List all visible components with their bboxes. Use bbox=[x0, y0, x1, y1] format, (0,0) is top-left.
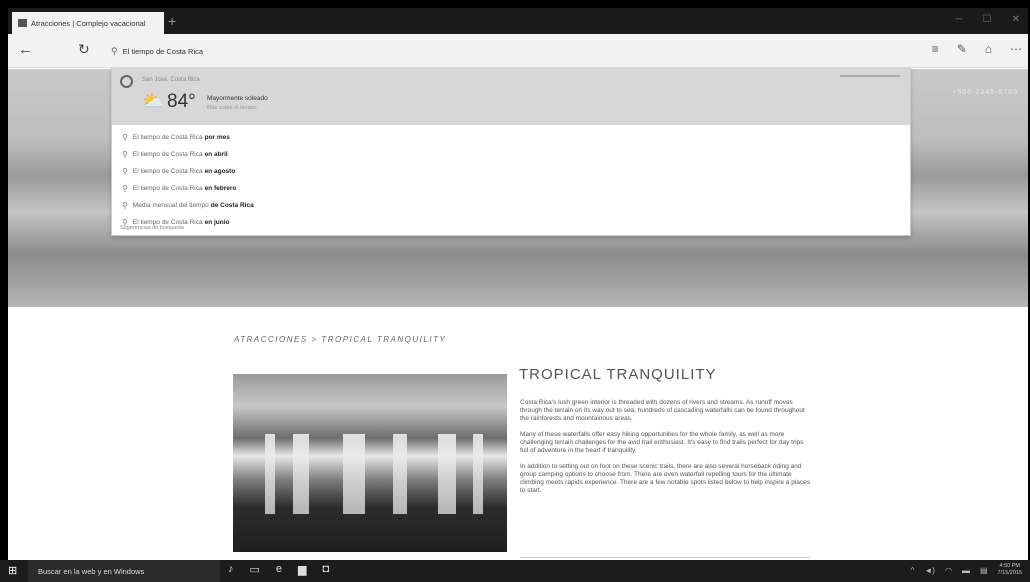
article-paragraph: Many of these waterfalls offer easy hiki… bbox=[520, 431, 804, 454]
search-icon: ⚲ bbox=[122, 201, 128, 210]
waterfall-stream bbox=[343, 434, 365, 514]
chevron-up-icon[interactable]: ^ bbox=[911, 566, 915, 575]
article-paragraph: In addition to setting out on foot on th… bbox=[520, 463, 811, 494]
suggestion-prefix: El tiempo de Costa Rica bbox=[132, 168, 203, 175]
close-icon[interactable]: ✕ bbox=[1012, 14, 1020, 25]
waterfall-stream bbox=[293, 434, 309, 514]
suggestion-prefix: El tiempo de Costa Rica bbox=[132, 185, 203, 192]
toolbar-right: ≡ ✎ ⌂ ⋯ bbox=[932, 42, 1022, 56]
suggestion-list: ⚲ El tiempo de Costa Rica por mes ⚲ El t… bbox=[112, 125, 910, 231]
suggestion-prefix: El tiempo de Costa Rica bbox=[132, 134, 203, 141]
suggestion-bold: en abril bbox=[204, 151, 228, 158]
search-icon: ⚲ bbox=[111, 45, 118, 56]
taskbar-apps: ♪ ▭ e ▆ ◘ bbox=[228, 563, 329, 576]
search-icon: ⚲ bbox=[122, 133, 128, 142]
maximize-icon[interactable]: ☐ bbox=[983, 14, 992, 25]
weather-source-bar bbox=[840, 75, 900, 77]
waterfall-stream bbox=[473, 434, 483, 514]
window-controls: ─ ☐ ✕ bbox=[956, 14, 1020, 25]
taskbar-search-box[interactable]: Buscar en la web y en Windows bbox=[28, 560, 220, 582]
browser-window: Atracciones | Complejo vacacional + ─ ☐ … bbox=[8, 8, 1028, 582]
address-input[interactable] bbox=[122, 46, 683, 56]
web-note-icon[interactable]: ✎ bbox=[957, 42, 967, 56]
suggestion-item[interactable]: ⚲ El tiempo de Costa Rica en febrero bbox=[112, 180, 910, 197]
suggestion-bold: en junio bbox=[204, 219, 230, 226]
hub-icon[interactable]: ≡ bbox=[932, 42, 939, 56]
clock-time: 4:50 PM bbox=[999, 563, 1020, 569]
waterfall-stream bbox=[393, 434, 407, 514]
wifi-icon[interactable]: ◠ bbox=[945, 566, 952, 575]
share-icon[interactable]: ⌂ bbox=[985, 42, 992, 56]
tab-active[interactable]: Atracciones | Complejo vacacional bbox=[12, 12, 164, 34]
divider bbox=[520, 557, 810, 558]
waterfall-stream bbox=[265, 434, 275, 514]
refresh-icon[interactable]: ↻ bbox=[78, 41, 90, 58]
weather-location: San José, Costa Rica bbox=[142, 77, 200, 83]
suggestion-bold: en agosto bbox=[204, 168, 236, 175]
cortana-circle-icon bbox=[120, 75, 133, 88]
favicon-icon bbox=[18, 19, 27, 27]
breadcrumb[interactable]: ATRACCIONES > TROPICAL TRANQUILITY bbox=[234, 335, 446, 344]
suggestion-item[interactable]: ⚲ El tiempo de Costa Rica en abril bbox=[112, 146, 910, 163]
article-paragraph: Costa Rica's lush green interior is thre… bbox=[520, 399, 805, 422]
suggestion-item[interactable]: ⚲ Media mensual del tiempo de Costa Rica bbox=[112, 197, 910, 214]
system-tray: ^ ◄) ◠ ▬ ▤ 4:50 PM 7/15/2015 bbox=[911, 563, 1022, 577]
address-bar[interactable]: ⚲ bbox=[111, 42, 711, 60]
store-icon[interactable]: ◘ bbox=[323, 563, 330, 576]
weather-condition: Mayormente soleado bbox=[207, 95, 268, 102]
search-icon: ⚲ bbox=[122, 184, 128, 193]
taskbar: ⊞ Buscar en la web y en Windows ♪ ▭ e ▆ … bbox=[0, 560, 1030, 582]
clock-date: 7/15/2015 bbox=[997, 570, 1022, 576]
search-icon: ⚲ bbox=[122, 167, 128, 176]
suggestion-prefix: El tiempo de Costa Rica bbox=[132, 151, 203, 158]
suggestion-item[interactable]: ⚲ El tiempo de Costa Rica en junio bbox=[112, 214, 910, 231]
weather-temperature: 84° bbox=[167, 91, 196, 112]
action-center-icon[interactable]: ▤ bbox=[980, 566, 988, 575]
suggestion-bold: por mes bbox=[204, 134, 230, 141]
file-explorer-icon[interactable]: ▆ bbox=[298, 563, 306, 576]
waterfall-photo bbox=[233, 374, 507, 552]
taskbar-search-text: Buscar en la web y en Windows bbox=[38, 566, 145, 576]
microphone-icon[interactable]: ♪ bbox=[228, 563, 234, 576]
tab-bar: Atracciones | Complejo vacacional + ─ ☐ … bbox=[8, 8, 1028, 34]
weather-subtext: Más sobre el tiempo bbox=[207, 105, 257, 111]
windows-start-icon[interactable]: ⊞ bbox=[8, 565, 20, 577]
task-view-icon[interactable]: ▭ bbox=[250, 563, 260, 576]
minimize-icon[interactable]: ─ bbox=[956, 14, 963, 25]
article-title: TROPICAL TRANQUILITY bbox=[519, 366, 717, 383]
new-tab-button[interactable]: + bbox=[168, 13, 176, 29]
phone-number[interactable]: +506-2345-6789 bbox=[952, 89, 1018, 96]
weather-suggestion[interactable]: San José, Costa Rica ⛅ 84° Mayormente so… bbox=[112, 69, 910, 125]
edge-icon[interactable]: e bbox=[276, 563, 282, 576]
suggestion-item[interactable]: ⚲ El tiempo de Costa Rica por mes bbox=[112, 129, 910, 146]
search-suggestions-dropdown: San José, Costa Rica ⛅ 84° Mayormente so… bbox=[111, 68, 911, 236]
back-arrow-icon[interactable]: ← bbox=[18, 41, 33, 58]
navigation-bar: ← ↻ ⚲ ≡ ✎ ⌂ ⋯ bbox=[8, 34, 1028, 68]
partly-sunny-icon: ⛅ bbox=[142, 91, 165, 111]
article-body: Costa Rica's lush green interior is thre… bbox=[520, 399, 810, 503]
battery-icon[interactable]: ▬ bbox=[962, 566, 970, 575]
suggestion-item[interactable]: ⚲ El tiempo de Costa Rica en agosto bbox=[112, 163, 910, 180]
more-icon[interactable]: ⋯ bbox=[1010, 42, 1022, 56]
suggestion-bold: de Costa Rica bbox=[210, 202, 254, 209]
search-icon: ⚲ bbox=[122, 150, 128, 159]
suggestion-bold: en febrero bbox=[204, 185, 237, 192]
volume-icon[interactable]: ◄) bbox=[924, 566, 935, 575]
clock[interactable]: 4:50 PM 7/15/2015 bbox=[998, 563, 1022, 577]
suggestions-footer: Sugerencias de búsqueda bbox=[120, 225, 184, 231]
suggestion-prefix: Media mensual del tiempo bbox=[132, 202, 209, 209]
waterfall-stream bbox=[438, 434, 456, 514]
tab-title: Atracciones | Complejo vacacional bbox=[31, 18, 146, 28]
